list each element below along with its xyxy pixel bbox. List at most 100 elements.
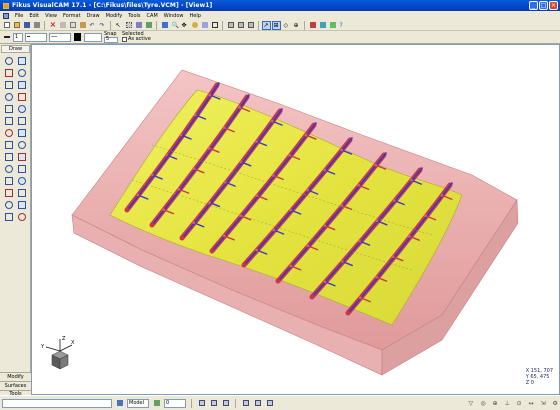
rotate-icon[interactable]: [190, 21, 199, 30]
menu-help[interactable]: Help: [189, 13, 200, 19]
shade-icon[interactable]: [200, 21, 209, 30]
measure-icon[interactable]: ↔: [527, 399, 536, 408]
tab-draw[interactable]: Draw: [1, 45, 30, 53]
pan-icon[interactable]: ✥: [180, 21, 189, 30]
view-iso-icon[interactable]: [246, 21, 255, 30]
snap-mid-icon[interactable]: ◇: [282, 21, 291, 30]
print-icon[interactable]: [32, 21, 41, 30]
simulate-icon[interactable]: [328, 21, 337, 30]
cam-icon[interactable]: [308, 21, 317, 30]
filter-icon[interactable]: ▽: [467, 399, 476, 408]
ellipse-tool-icon[interactable]: [3, 91, 15, 102]
plane-top-icon[interactable]: [241, 399, 250, 408]
menu-file[interactable]: File: [15, 13, 23, 19]
target-icon[interactable]: ◎: [479, 399, 488, 408]
view-cube-icon[interactable]: [160, 21, 169, 30]
layer-icon[interactable]: [152, 399, 161, 408]
expand-icon[interactable]: ⇲: [539, 399, 548, 408]
menu-view[interactable]: View: [45, 13, 57, 19]
width-field[interactable]: 1: [13, 32, 23, 42]
maximize-icon[interactable]: □: [539, 1, 548, 10]
fillet-tool-icon[interactable]: [16, 127, 28, 138]
wireframe-icon[interactable]: [210, 21, 219, 30]
scale-tool-icon[interactable]: [16, 175, 28, 186]
help-icon[interactable]: ?: [338, 21, 347, 30]
measure-tool-icon[interactable]: [3, 211, 15, 222]
menu-edit[interactable]: Edit: [29, 13, 39, 19]
close-icon[interactable]: ×: [549, 1, 558, 10]
properties-icon[interactable]: [134, 21, 143, 30]
title-bar[interactable]: Fikus VisualCAM 17.1 - [C:\Fikus\files\T…: [0, 0, 560, 11]
as-active-checkbox[interactable]: [122, 37, 127, 42]
menu-draw[interactable]: Draw: [87, 13, 100, 19]
snap-toggle-icon[interactable]: ⊕: [491, 399, 500, 408]
space-select[interactable]: Model: [127, 398, 149, 408]
text-tool-icon[interactable]: [3, 103, 15, 114]
line-type-select[interactable]: ──: [49, 32, 71, 42]
copy-icon[interactable]: [68, 21, 77, 30]
view-xy-icon[interactable]: [197, 399, 206, 408]
view-xz-icon[interactable]: [209, 399, 218, 408]
line-tool-icon[interactable]: [16, 55, 28, 66]
snap-center-icon[interactable]: ⊕: [292, 21, 301, 30]
rectangle-tool-icon[interactable]: [3, 79, 15, 90]
minimize-icon[interactable]: _: [529, 1, 538, 10]
extend-tool-icon[interactable]: [3, 151, 15, 162]
redo-icon[interactable]: ↷: [98, 21, 107, 30]
open-file-icon[interactable]: [12, 21, 21, 30]
join-tool-icon[interactable]: [3, 199, 15, 210]
delete-icon[interactable]: ×: [48, 21, 57, 30]
polar-icon[interactable]: ⊙: [515, 399, 524, 408]
plane-side-icon[interactable]: [265, 399, 274, 408]
menu-format[interactable]: Format: [63, 13, 81, 19]
explode-tool-icon[interactable]: [16, 187, 28, 198]
grid-icon[interactable]: [124, 21, 133, 30]
layer-select[interactable]: 0: [164, 398, 186, 408]
toolpath-icon[interactable]: [318, 21, 327, 30]
hatch-tool-icon[interactable]: [16, 103, 28, 114]
trim-tool-icon[interactable]: [16, 139, 28, 150]
snap-endpoint-icon[interactable]: ↗: [262, 20, 271, 30]
surface-tool-icon[interactable]: [16, 211, 28, 222]
new-file-icon[interactable]: [2, 21, 11, 30]
cut-icon[interactable]: [58, 21, 67, 30]
select-icon[interactable]: ↖: [114, 21, 123, 30]
plane-front-icon[interactable]: [253, 399, 262, 408]
color-field[interactable]: [84, 32, 102, 42]
view-top-icon[interactable]: [236, 21, 245, 30]
undo-icon[interactable]: ↶: [88, 21, 97, 30]
save-icon[interactable]: [22, 21, 31, 30]
view-front-icon[interactable]: [226, 21, 235, 30]
space-icon[interactable]: [115, 399, 124, 408]
command-input[interactable]: [2, 398, 112, 408]
array-tool-icon[interactable]: [16, 151, 28, 162]
stretch-tool-icon[interactable]: [3, 187, 15, 198]
zoom-icon[interactable]: 🔍: [170, 21, 179, 30]
chamfer-tool-icon[interactable]: [3, 139, 15, 150]
menu-window[interactable]: Window: [164, 13, 184, 19]
pen-style-icon[interactable]: [2, 33, 11, 42]
circle-tool-icon[interactable]: [3, 67, 15, 78]
layers-icon[interactable]: [144, 21, 153, 30]
menu-modify[interactable]: Modify: [106, 13, 123, 19]
color-swatch-icon[interactable]: [73, 33, 82, 42]
point-tool-icon[interactable]: [3, 55, 15, 66]
menu-cam[interactable]: CAM: [147, 13, 158, 19]
tab-modify[interactable]: Modify: [0, 372, 31, 381]
settings-icon[interactable]: ⚙: [551, 399, 560, 408]
snap-grid-icon[interactable]: ⊞: [272, 20, 281, 30]
break-tool-icon[interactable]: [16, 199, 28, 210]
move-tool-icon[interactable]: [16, 163, 28, 174]
spline-tool-icon[interactable]: [16, 91, 28, 102]
polygon-tool-icon[interactable]: [16, 79, 28, 90]
ortho-icon[interactable]: ⊥: [503, 399, 512, 408]
rotate-tool-icon[interactable]: [3, 175, 15, 186]
snap-field[interactable]: 5: [104, 36, 118, 43]
dimension-tool-icon[interactable]: [3, 115, 15, 126]
arc-tool-icon[interactable]: [16, 67, 28, 78]
paste-icon[interactable]: [78, 21, 87, 30]
selected-option[interactable]: As active: [122, 37, 151, 42]
document-icon[interactable]: [3, 12, 9, 19]
menu-tools[interactable]: Tools: [128, 13, 140, 19]
view-yz-icon[interactable]: [221, 399, 230, 408]
